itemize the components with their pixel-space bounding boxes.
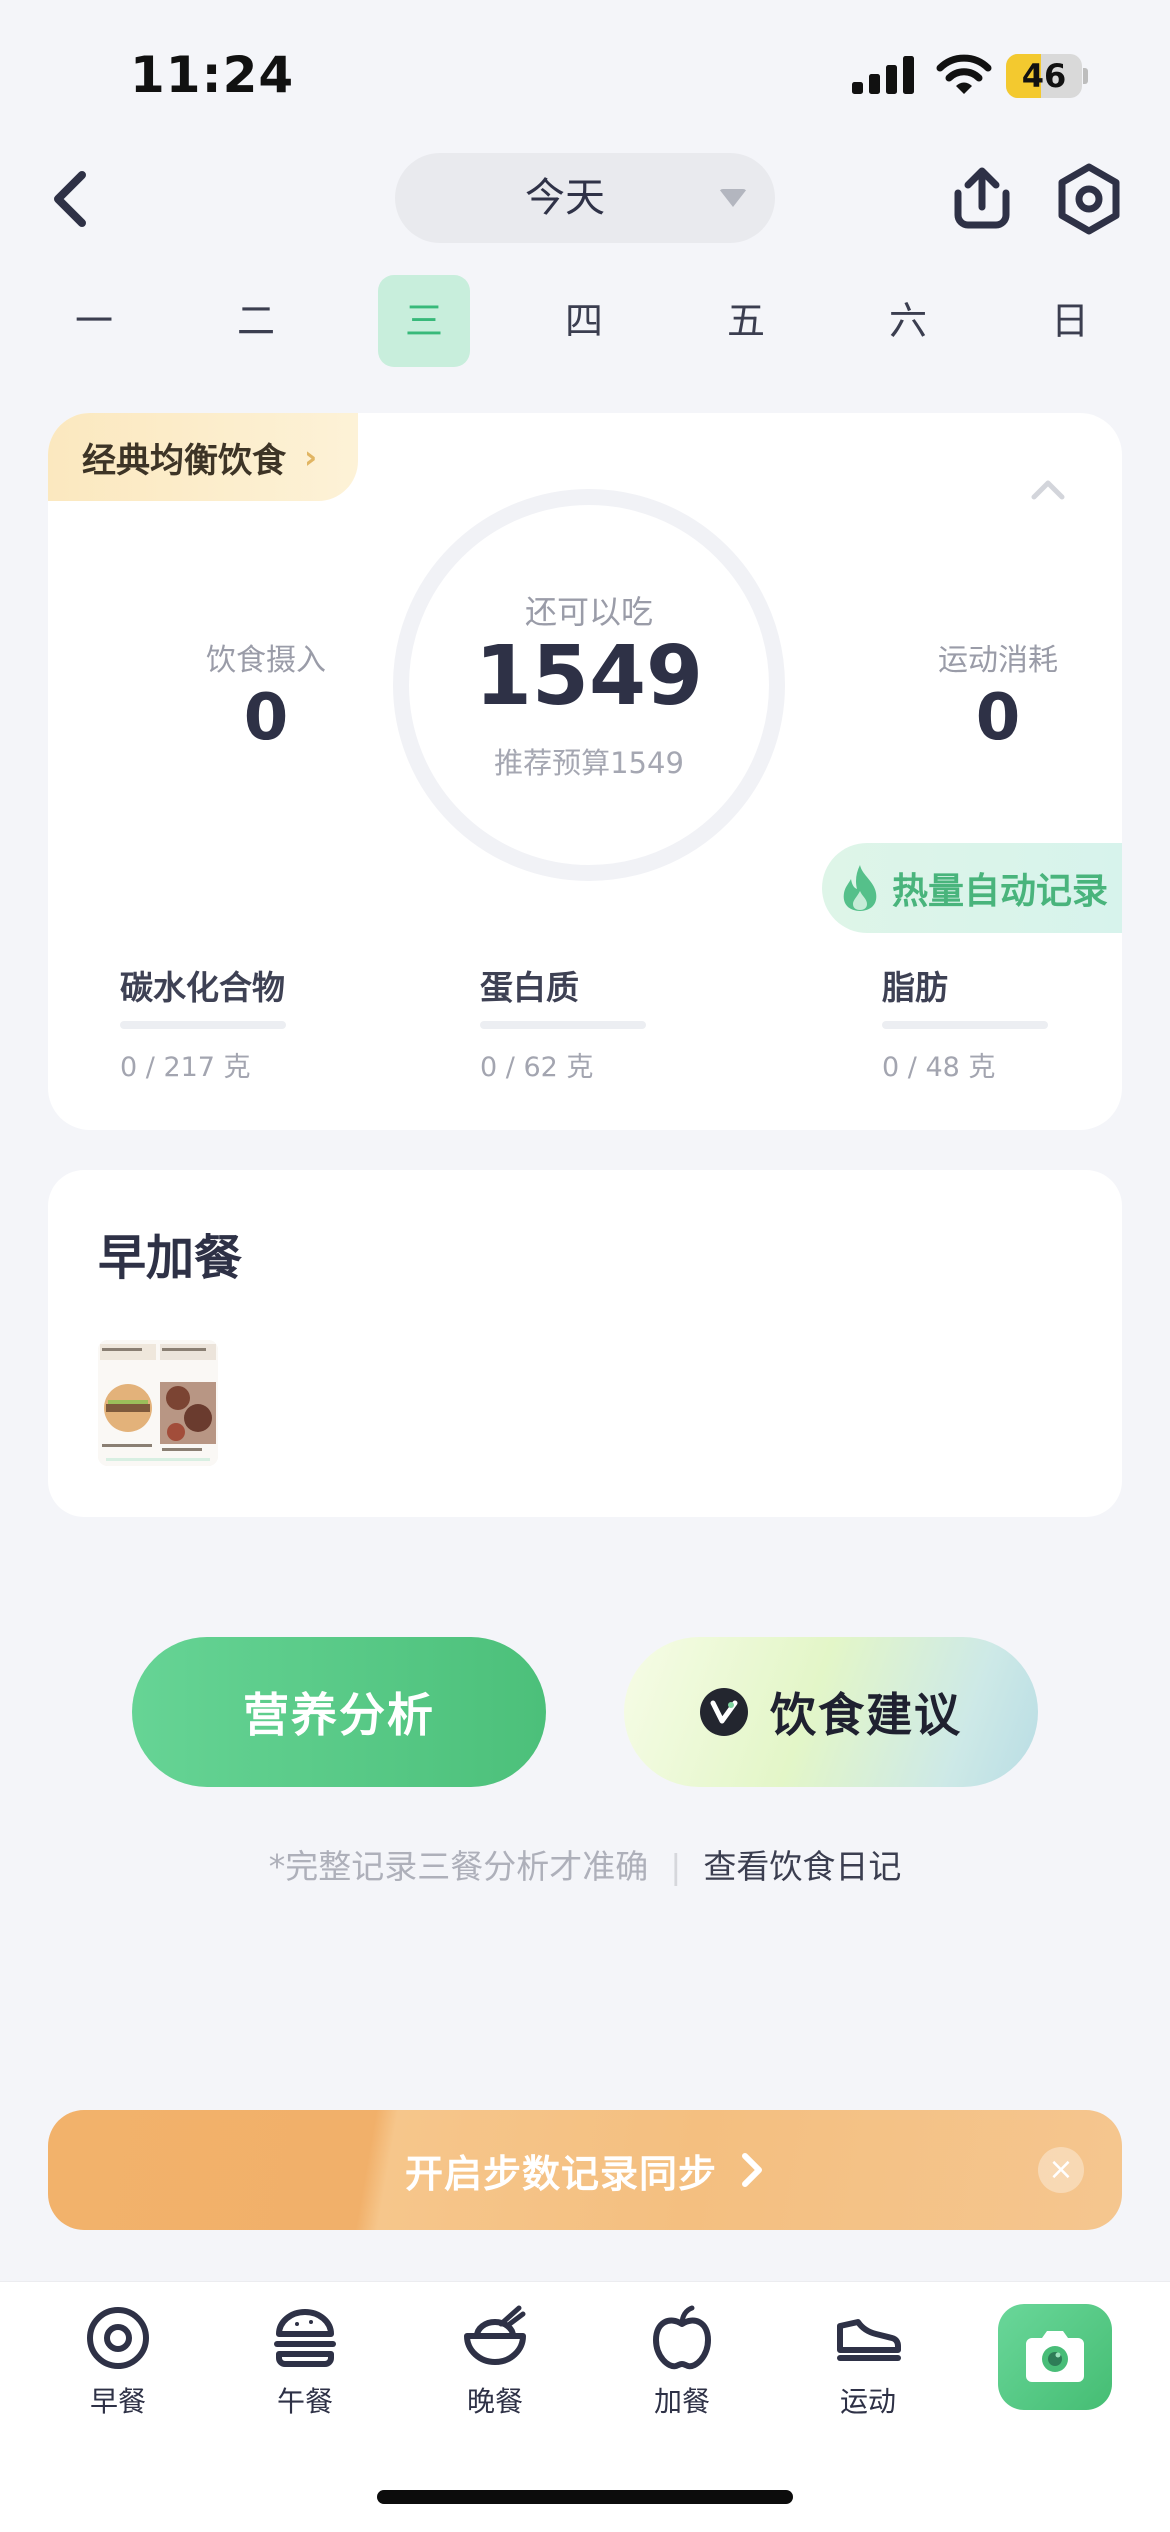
burger-icon <box>274 2309 336 2367</box>
record-hint: *完整记录三餐分析才准确 <box>268 1847 649 1886</box>
day-wed[interactable]: 三 <box>378 275 470 367</box>
day-mon[interactable]: 一 <box>48 275 140 367</box>
exercise-value: 0 <box>975 681 1021 755</box>
auto-record-button[interactable]: 热量自动记录 <box>822 843 1122 933</box>
meal-photo-thumbnail[interactable] <box>98 1340 218 1466</box>
diet-plan-tag[interactable]: 经典均衡饮食 › <box>48 413 358 501</box>
date-selector[interactable]: 今天 <box>395 153 775 243</box>
carbs-label: 碳水化合物 <box>120 968 285 1007</box>
nutrition-analysis-button[interactable]: 营养分析 <box>132 1637 546 1787</box>
signal-icon <box>852 56 914 94</box>
tab-exercise-label: 运动 <box>839 2385 896 2418</box>
day-thu[interactable]: 四 <box>538 275 630 367</box>
calorie-summary-card: 经典均衡饮食 › 饮食摄入 0 还可以吃 1549 推荐预算1549 运动消耗 … <box>48 413 1122 1130</box>
view-diary-link[interactable]: 查看饮食日记 <box>703 1847 901 1886</box>
intake-label: 饮食摄入 <box>206 643 326 678</box>
day-tue[interactable]: 二 <box>210 275 302 367</box>
meal-title: 早加餐 <box>98 1230 243 1286</box>
camera-button[interactable] <box>998 2304 1112 2410</box>
settings-icon[interactable] <box>1056 163 1122 235</box>
status-time: 11:24 <box>130 46 295 104</box>
diet-advice-label: 饮食建议 <box>770 1688 962 1742</box>
caret-down-icon <box>719 189 747 207</box>
diet-advice-button[interactable]: 饮食建议 <box>624 1637 1038 1787</box>
separator: | <box>670 1847 682 1886</box>
tab-exercise[interactable]: 运动 <box>798 2304 938 2420</box>
protein-label: 蛋白质 <box>480 968 579 1007</box>
tab-breakfast[interactable]: 早餐 <box>48 2304 188 2420</box>
day-sat[interactable]: 六 <box>862 275 954 367</box>
flame-icon <box>843 865 877 911</box>
sneaker-icon <box>837 2319 901 2361</box>
tab-dinner[interactable]: 晚餐 <box>425 2304 565 2420</box>
day-sun[interactable]: 日 <box>1024 275 1116 367</box>
rice-bowl-icon <box>464 2305 526 2365</box>
home-indicator <box>377 2490 793 2504</box>
tab-snack-label: 加餐 <box>653 2385 710 2418</box>
meal-card-morning-snack: 早加餐 <box>48 1170 1122 1517</box>
carbs-progress-bar <box>120 1021 286 1029</box>
chevron-right-icon: › <box>304 438 318 476</box>
fat-label: 脂肪 <box>882 968 948 1007</box>
day-fri[interactable]: 五 <box>700 275 792 367</box>
back-icon <box>54 171 86 227</box>
protein-value: 0 / 62 克 <box>480 1052 594 1083</box>
budget-text: 推荐预算1549 <box>494 746 684 780</box>
fat-value: 0 / 48 克 <box>882 1052 996 1083</box>
date-selector-label: 今天 <box>525 175 605 221</box>
brand-logo-icon <box>700 1688 748 1736</box>
battery-indicator: 46 <box>1006 54 1088 98</box>
carbs-value: 0 / 217 克 <box>120 1052 251 1083</box>
tab-lunch-label: 午餐 <box>276 2385 333 2418</box>
tab-lunch[interactable]: 午餐 <box>235 2304 375 2420</box>
auto-record-label: 热量自动记录 <box>892 871 1109 912</box>
back-button[interactable] <box>40 164 100 234</box>
diet-plan-label: 经典均衡饮食 <box>82 440 286 481</box>
fat-progress-bar <box>882 1021 1048 1029</box>
tab-dinner-label: 晚餐 <box>466 2385 523 2418</box>
week-selector: 一 二 三 四 五 六 日 <box>48 275 1122 367</box>
camera-icon <box>1026 2331 1084 2382</box>
wifi-icon <box>936 54 992 94</box>
chevron-right-icon <box>742 2153 762 2187</box>
intake-value: 0 <box>243 681 289 755</box>
tab-breakfast-label: 早餐 <box>89 2385 146 2418</box>
tab-snack[interactable]: 加餐 <box>612 2304 752 2420</box>
collapse-icon[interactable] <box>1026 473 1070 503</box>
remaining-label: 还可以吃 <box>524 593 653 631</box>
remaining-value: 1549 <box>474 629 704 724</box>
hint-row: *完整记录三餐分析才准确 | 查看饮食日记 <box>0 1840 1170 1888</box>
protein-progress-bar <box>480 1021 646 1029</box>
egg-icon <box>87 2307 149 2369</box>
banner-close-button[interactable]: × <box>1038 2147 1084 2193</box>
share-icon[interactable] <box>946 163 1018 235</box>
apple-icon <box>653 2305 711 2370</box>
step-sync-label: 开启步数记录同步 <box>404 2151 717 2196</box>
battery-level-text: 46 <box>1021 57 1067 95</box>
exercise-label: 运动消耗 <box>938 643 1058 678</box>
step-sync-banner[interactable]: 开启步数记录同步 <box>48 2110 1122 2230</box>
